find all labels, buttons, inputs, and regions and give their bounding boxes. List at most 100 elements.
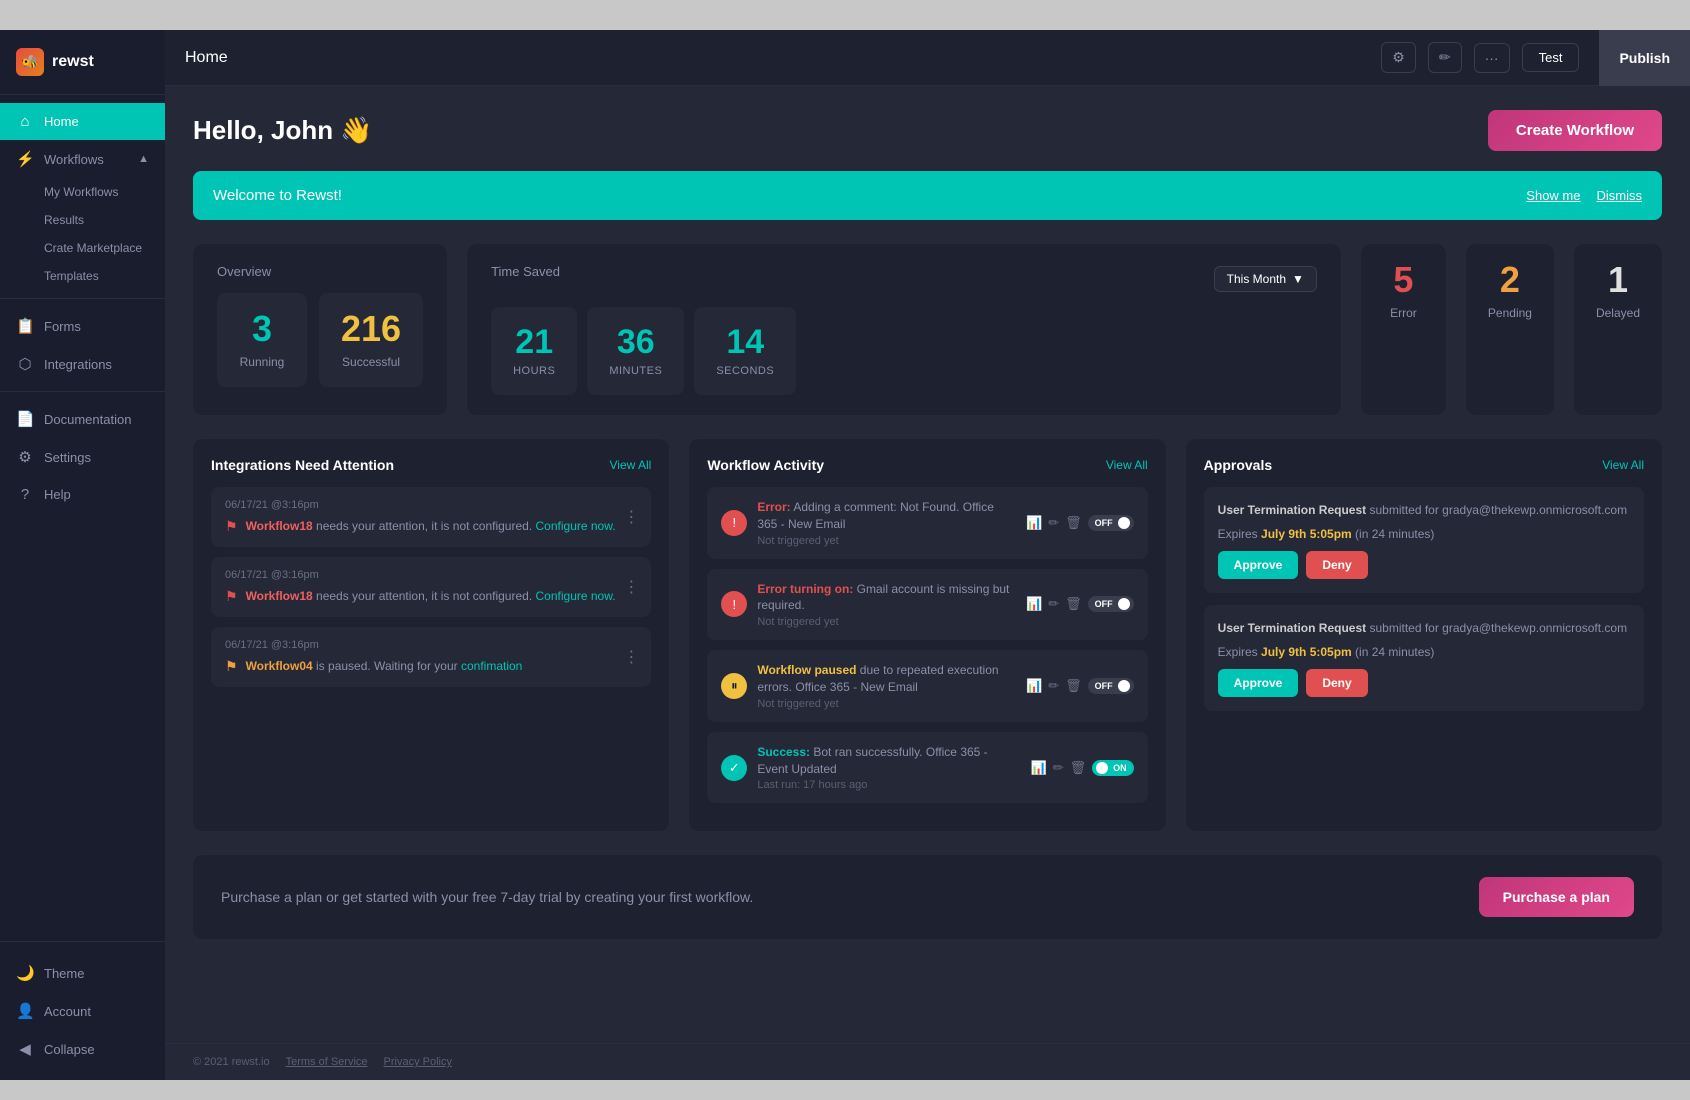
confimation-link[interactable]: confimation bbox=[461, 659, 522, 673]
content-area: Hello, John 👋 Create Workflow Welcome to… bbox=[165, 86, 1690, 1043]
minutes-number: 36 bbox=[609, 325, 662, 359]
delayed-label: Delayed bbox=[1596, 306, 1640, 320]
logo-icon: 🐝 bbox=[16, 48, 44, 76]
int-text-1: Workflow18 needs your attention, it is n… bbox=[246, 587, 616, 605]
test-button[interactable]: Test bbox=[1522, 43, 1580, 72]
pending-stat-block: 2 Pending bbox=[1466, 244, 1554, 415]
wf-error-icon-1: ! bbox=[721, 591, 747, 617]
workflow-activity-section: Workflow Activity View All ! Error: Addi… bbox=[689, 439, 1165, 831]
running-label: Running bbox=[239, 355, 285, 369]
error-number: 5 bbox=[1383, 262, 1424, 298]
wf-name-2: Workflow04 bbox=[246, 659, 313, 673]
wf-desc-3: Success: Bot ran successfully. Office 36… bbox=[757, 744, 1020, 778]
pending-number: 2 bbox=[1488, 262, 1532, 298]
wf-info-0: Error: Adding a comment: Not Found. Offi… bbox=[757, 499, 1016, 547]
flag-icon-1: ⚑ bbox=[225, 588, 238, 605]
sidebar-item-templates[interactable]: Templates bbox=[0, 262, 165, 290]
more-options-2[interactable]: ⋮ bbox=[623, 647, 641, 667]
edit-icon-1[interactable]: ✏ bbox=[1048, 596, 1059, 612]
sidebar-item-my-workflows[interactable]: My Workflows bbox=[0, 178, 165, 206]
sidebar-item-crate-marketplace[interactable]: Crate Marketplace bbox=[0, 234, 165, 262]
publish-button[interactable]: Publish bbox=[1599, 30, 1690, 86]
int-row-1: ⚑ Workflow18 needs your attention, it is… bbox=[225, 587, 637, 605]
wf-warning-icon-2: ⏸ bbox=[721, 673, 747, 699]
workflow-activity-view-all[interactable]: View All bbox=[1106, 458, 1148, 472]
more-options-0[interactable]: ⋮ bbox=[623, 507, 641, 527]
sidebar-nav: ⌂ Home ⚡ Workflows ▲ My Workflows Result… bbox=[0, 95, 165, 941]
welcome-text: Welcome to Rewst! bbox=[213, 187, 342, 204]
toggle-1[interactable]: OFF bbox=[1088, 596, 1134, 612]
wf-actions-1: 📊 ✏ 🗑 OFF bbox=[1026, 596, 1134, 612]
deny-button-1[interactable]: Deny bbox=[1306, 669, 1367, 697]
delayed-number: 1 bbox=[1596, 262, 1640, 298]
chart-icon-2[interactable]: 📊 bbox=[1026, 678, 1042, 694]
wf-item-2: ⏸ Workflow paused due to repeated execut… bbox=[707, 650, 1147, 722]
sidebar-item-results[interactable]: Results bbox=[0, 206, 165, 234]
dismiss-button[interactable]: Dismiss bbox=[1597, 188, 1643, 203]
approvals-header: Approvals View All bbox=[1204, 457, 1644, 473]
chart-icon-0[interactable]: 📊 bbox=[1026, 515, 1042, 531]
stats-row: Overview 3 Running 216 Successful bbox=[193, 244, 1662, 415]
footer: © 2021 rewst.io Terms of Service Privacy… bbox=[165, 1043, 1690, 1080]
delete-icon-3[interactable]: 🗑 bbox=[1070, 760, 1087, 776]
delete-icon-0[interactable]: 🗑 bbox=[1065, 515, 1082, 531]
wf-sub-3: Last run: 17 hours ago bbox=[757, 779, 1020, 791]
privacy-policy-link[interactable]: Privacy Policy bbox=[384, 1056, 452, 1068]
approve-button-0[interactable]: Approve bbox=[1218, 551, 1299, 579]
banner-actions: Show me Dismiss bbox=[1526, 188, 1642, 203]
edit-icon-3[interactable]: ✏ bbox=[1053, 760, 1064, 776]
sidebar-item-integrations[interactable]: ⬡ Integrations bbox=[0, 345, 165, 383]
show-me-button[interactable]: Show me bbox=[1526, 188, 1580, 203]
time-period-dropdown[interactable]: This Month ▼ bbox=[1214, 266, 1317, 292]
toggle-2[interactable]: OFF bbox=[1088, 678, 1134, 694]
int-date-1: 06/17/21 @3:16pm bbox=[225, 569, 637, 581]
integrations-title: Integrations Need Attention bbox=[211, 457, 394, 473]
delete-icon-1[interactable]: 🗑 bbox=[1065, 596, 1082, 612]
nav-divider-2 bbox=[0, 391, 165, 392]
purchase-text: Purchase a plan or get started with your… bbox=[221, 889, 753, 905]
running-number: 3 bbox=[239, 311, 285, 347]
wf-info-2: Workflow paused due to repeated executio… bbox=[757, 662, 1016, 710]
terms-of-service-link[interactable]: Terms of Service bbox=[286, 1056, 368, 1068]
configure-link-0[interactable]: Configure now. bbox=[536, 519, 616, 533]
deny-button-0[interactable]: Deny bbox=[1306, 551, 1367, 579]
sidebar-item-documentation[interactable]: 📄 Documentation bbox=[0, 400, 165, 438]
configure-link-1[interactable]: Configure now. bbox=[536, 589, 616, 603]
purchase-banner: Purchase a plan or get started with your… bbox=[193, 855, 1662, 939]
more-options-1[interactable]: ⋮ bbox=[623, 577, 641, 597]
hours-label: HOURS bbox=[513, 365, 555, 377]
wf-sub-2: Not triggered yet bbox=[757, 698, 1016, 710]
edit-icon-2[interactable]: ✏ bbox=[1048, 678, 1059, 694]
error-stat-block: 5 Error bbox=[1361, 244, 1446, 415]
sidebar-item-forms[interactable]: 📋 Forms bbox=[0, 307, 165, 345]
sidebar-item-workflows[interactable]: ⚡ Workflows ▲ bbox=[0, 140, 165, 178]
sidebar-item-home[interactable]: ⌂ Home bbox=[0, 103, 165, 140]
delete-icon-2[interactable]: 🗑 bbox=[1065, 678, 1082, 694]
sidebar-item-account[interactable]: 👤 Account bbox=[0, 992, 165, 1030]
edit-icon-0[interactable]: ✏ bbox=[1048, 515, 1059, 531]
seconds-number: 14 bbox=[716, 325, 774, 359]
settings-topbar-button[interactable]: ⚙ bbox=[1381, 42, 1416, 73]
error-label: Error bbox=[1383, 306, 1424, 320]
sidebar-item-settings[interactable]: ⚙ Settings bbox=[0, 438, 165, 476]
approvals-view-all[interactable]: View All bbox=[1602, 458, 1644, 472]
overview-stats: 3 Running 216 Successful bbox=[217, 293, 423, 387]
toggle-3[interactable]: ON bbox=[1092, 760, 1134, 776]
more-topbar-button[interactable]: ··· bbox=[1474, 43, 1510, 73]
integrations-view-all[interactable]: View All bbox=[610, 458, 652, 472]
chart-icon-3[interactable]: 📊 bbox=[1031, 760, 1047, 776]
approve-button-1[interactable]: Approve bbox=[1218, 669, 1299, 697]
sidebar-item-help[interactable]: ? Help bbox=[0, 476, 165, 513]
create-workflow-button[interactable]: Create Workflow bbox=[1488, 110, 1662, 151]
toggle-0[interactable]: OFF bbox=[1088, 515, 1134, 531]
edit-topbar-button[interactable]: ✏ bbox=[1428, 42, 1462, 73]
purchase-plan-button[interactable]: Purchase a plan bbox=[1479, 877, 1634, 917]
chart-icon-1[interactable]: 📊 bbox=[1026, 596, 1042, 612]
int-date-2: 06/17/21 @3:16pm bbox=[225, 639, 637, 651]
main-area: Home ⚙ ✏ ··· Test Publish Hello, John 👋 … bbox=[165, 30, 1690, 1080]
workflow-activity-title: Workflow Activity bbox=[707, 457, 824, 473]
time-saved-block: Time Saved This Month ▼ 21 HOURS bbox=[467, 244, 1341, 415]
approval-buttons-0: Approve Deny bbox=[1218, 551, 1630, 579]
sidebar-item-theme[interactable]: 🌙 Theme bbox=[0, 954, 165, 992]
sidebar-item-collapse[interactable]: ◀ Collapse bbox=[0, 1030, 165, 1068]
